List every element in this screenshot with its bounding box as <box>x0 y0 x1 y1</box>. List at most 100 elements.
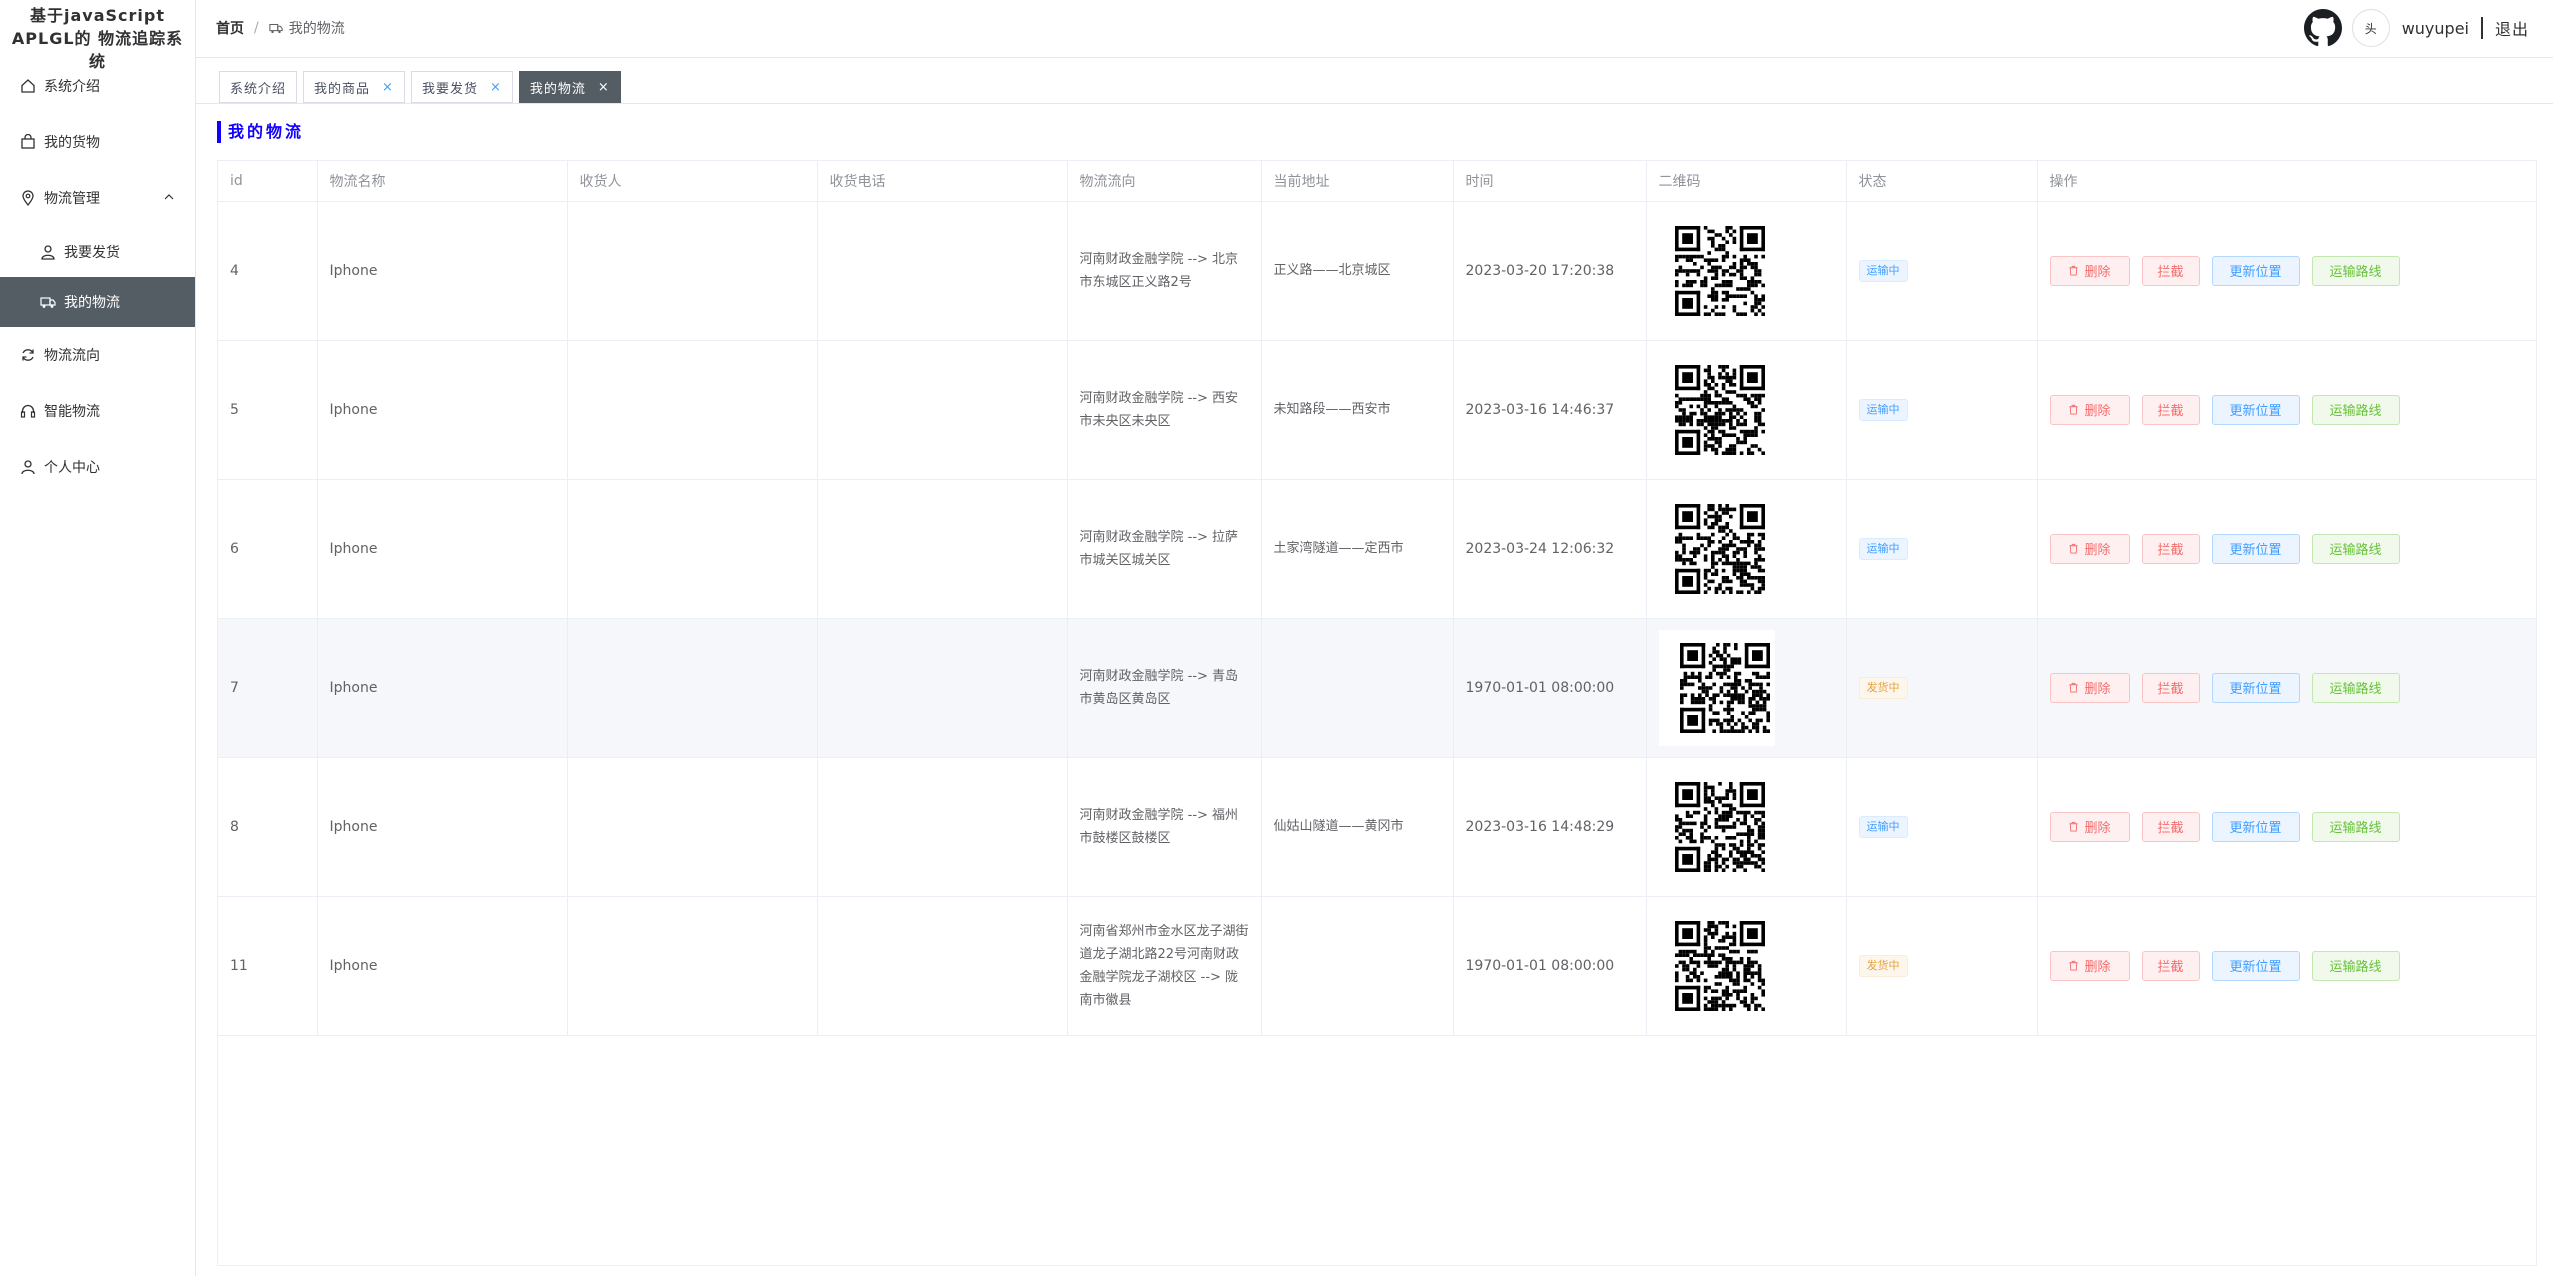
tab-label: 我的商品 <box>314 81 371 97</box>
cell-name: Iphone <box>317 479 568 619</box>
intercept-button[interactable]: 拦截 <box>2141 950 2200 981</box>
avatar[interactable]: 头 <box>2351 9 2390 47</box>
cell-direction: 河南财政金融学院 --> 福州市鼓楼区鼓楼区 <box>1067 757 1262 897</box>
route-button[interactable]: 运输路线 <box>2311 950 2400 981</box>
route-button[interactable]: 运输路线 <box>2311 672 2400 703</box>
username[interactable]: wuyupei <box>2402 19 2469 38</box>
delete-button[interactable]: 删除 <box>2049 811 2130 842</box>
header-user-area: 头 wuyupei 退出 <box>2303 0 2529 56</box>
sidebar-item-label: 我的物流 <box>64 295 120 311</box>
table-row[interactable]: 4 Iphone 河南财政金融学院 --> 北京市东城区正义路2号 正义路——北… <box>218 201 2537 341</box>
cell-actions: 删除 拦截 更新位置 运输路线 <box>2037 757 2537 897</box>
qr-code-container <box>1659 781 1834 872</box>
column-header-status: 状态 <box>1846 161 2038 202</box>
table-row[interactable]: 6 Iphone 河南财政金融学院 --> 拉萨市城关区城关区 土家湾隧道——定… <box>218 479 2537 619</box>
update-position-button[interactable]: 更新位置 <box>2211 533 2300 564</box>
github-icon[interactable] <box>2303 9 2342 47</box>
delete-button[interactable]: 删除 <box>2049 533 2130 564</box>
update-position-button[interactable]: 更新位置 <box>2211 255 2300 286</box>
sidebar-item-ship[interactable]: 我要发货 <box>0 227 195 277</box>
intercept-label: 拦截 <box>2157 682 2184 697</box>
cell-status: 发货中 <box>1846 896 2038 1036</box>
intercept-button[interactable]: 拦截 <box>2141 533 2200 564</box>
tab-ship[interactable]: 我要发货 × <box>410 71 513 103</box>
cell-time: 1970-01-01 08:00:00 <box>1453 896 1647 1036</box>
cell-time: 1970-01-01 08:00:00 <box>1453 618 1647 758</box>
update-position-button[interactable]: 更新位置 <box>2211 394 2300 425</box>
route-button[interactable]: 运输路线 <box>2311 394 2400 425</box>
intercept-label: 拦截 <box>2157 404 2184 419</box>
truck-icon <box>269 23 283 34</box>
breadcrumb-current: 我的物流 <box>269 18 345 38</box>
breadcrumb-home[interactable]: 首页 <box>216 18 244 38</box>
logout-button[interactable]: 退出 <box>2495 16 2529 40</box>
status-badge: 运输中 <box>1858 815 1908 838</box>
cell-address: 土家湾隧道——定西市 <box>1261 479 1454 619</box>
top-header: 首页 / 我的物流 头 wuyupei 退出 <box>196 0 2553 58</box>
cell-actions: 删除 拦截 更新位置 运输路线 <box>2037 340 2537 480</box>
route-label: 运输路线 <box>2329 682 2382 697</box>
page-title: 我的物流 <box>217 121 304 143</box>
cell-name: Iphone <box>317 757 568 897</box>
refresh-icon <box>20 347 36 363</box>
sidebar-item-logistics-management[interactable]: 物流管理 <box>0 173 195 223</box>
delete-button[interactable]: 删除 <box>2049 950 2130 981</box>
delete-label: 删除 <box>2084 543 2111 558</box>
update-position-button[interactable]: 更新位置 <box>2211 811 2300 842</box>
close-icon[interactable]: × <box>598 80 610 95</box>
cell-status: 运输中 <box>1846 757 2038 897</box>
status-badge: 运输中 <box>1858 537 1908 560</box>
qr-code-icon <box>1674 503 1765 594</box>
intercept-label: 拦截 <box>2157 821 2184 836</box>
cell-phone <box>817 340 1068 480</box>
table-row[interactable]: 7 Iphone 河南财政金融学院 --> 青岛市黄岛区黄岛区 1970-01-… <box>218 618 2537 758</box>
intercept-button[interactable]: 拦截 <box>2141 672 2200 703</box>
cell-time: 2023-03-16 14:46:37 <box>1453 340 1647 480</box>
qr-code-container <box>1659 364 1834 455</box>
cell-time: 2023-03-20 17:20:38 <box>1453 201 1647 341</box>
update-position-button[interactable]: 更新位置 <box>2211 672 2300 703</box>
close-icon[interactable]: × <box>490 80 502 95</box>
close-icon[interactable]: × <box>382 80 394 95</box>
update-position-button[interactable]: 更新位置 <box>2211 950 2300 981</box>
shopping-bag-icon <box>20 134 36 150</box>
delete-button[interactable]: 删除 <box>2049 255 2130 286</box>
row-actions: 删除 拦截 更新位置 运输路线 <box>2049 811 2524 842</box>
table-row[interactable]: 5 Iphone 河南财政金融学院 --> 西安市未央区未央区 未知路段——西安… <box>218 340 2537 480</box>
status-badge: 运输中 <box>1858 259 1908 282</box>
tab-my-logistics[interactable]: 我的物流 × <box>518 71 621 103</box>
cell-receiver <box>567 618 818 758</box>
sidebar-item-my-logistics[interactable]: 我的物流 <box>0 277 195 327</box>
route-button[interactable]: 运输路线 <box>2311 811 2400 842</box>
intercept-button[interactable]: 拦截 <box>2141 394 2200 425</box>
sidebar-item-system-intro[interactable]: 系统介绍 <box>0 61 195 111</box>
tab-my-products[interactable]: 我的商品 × <box>303 71 405 103</box>
cell-status: 运输中 <box>1846 201 2038 341</box>
row-actions: 删除 拦截 更新位置 运输路线 <box>2049 533 2524 564</box>
table-row[interactable]: 11 Iphone 河南省郑州市金水区龙子湖街道龙子湖北路22号河南财政金融学院… <box>218 896 2537 1036</box>
sidebar-item-personal-center[interactable]: 个人中心 <box>0 442 195 492</box>
delete-button[interactable]: 删除 <box>2049 672 2130 703</box>
intercept-button[interactable]: 拦截 <box>2141 811 2200 842</box>
sidebar-item-my-goods[interactable]: 我的货物 <box>0 117 195 167</box>
route-button[interactable]: 运输路线 <box>2311 533 2400 564</box>
cell-qrcode <box>1646 757 1847 897</box>
sidebar-item-logistics-flow[interactable]: 物流流向 <box>0 330 195 380</box>
cell-direction: 河南财政金融学院 --> 西安市未央区未央区 <box>1067 340 1262 480</box>
sidebar: 基于javaScript APLGL的 物流追踪系统 系统介绍 我的货物 物流管… <box>0 0 196 1276</box>
tab-system-intro[interactable]: 系统介绍 <box>219 71 298 103</box>
sidebar-item-smart-logistics[interactable]: 智能物流 <box>0 386 195 436</box>
table-row[interactable]: 8 Iphone 河南财政金融学院 --> 福州市鼓楼区鼓楼区 仙姑山隧道——黄… <box>218 757 2537 897</box>
row-actions: 删除 拦截 更新位置 运输路线 <box>2049 255 2524 286</box>
status-badge: 运输中 <box>1858 398 1908 421</box>
trash-icon <box>2069 543 2079 554</box>
route-button[interactable]: 运输路线 <box>2311 255 2400 286</box>
column-header-direction: 物流流向 <box>1067 161 1262 202</box>
intercept-button[interactable]: 拦截 <box>2141 255 2200 286</box>
delete-button[interactable]: 删除 <box>2049 394 2130 425</box>
headset-icon <box>20 403 36 419</box>
cell-receiver <box>567 896 818 1036</box>
intercept-label: 拦截 <box>2157 960 2184 975</box>
cell-qrcode <box>1646 479 1847 619</box>
tab-bar: 系统介绍 我的商品 × 我要发货 × 我的物流 × <box>219 71 627 103</box>
